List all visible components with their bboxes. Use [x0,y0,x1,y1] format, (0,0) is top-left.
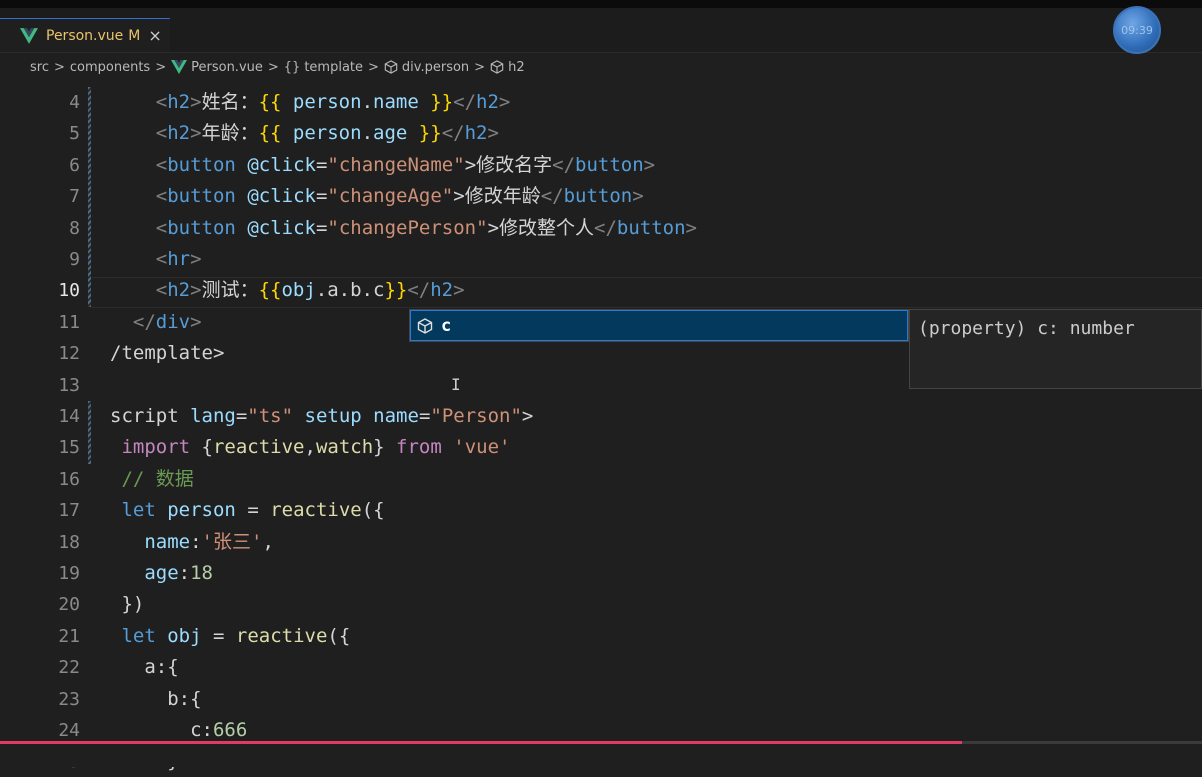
code-editor[interactable]: 4 <h2>姓名：{{ person.name }}</h2> 5 <h2>年龄：… [0,87,1202,772]
code-line[interactable]: 10 <h2>测试：{{obj.a.b.c}}</h2> [0,275,1202,306]
line-code: <hr> [155,248,202,270]
breadcrumb-separator: > [53,59,65,75]
line-code: <h2>测试：{{obj.a.b.c}}</h2> [155,279,465,302]
line-code: a:{ [110,656,179,679]
code-line[interactable]: 5 <h2>年龄：{{ person.age }}</h2> [0,118,1202,149]
line-number: 12 [58,343,80,365]
breadcrumb-item-template[interactable]: {} template [284,60,363,75]
line-code: </div> [132,310,202,333]
recording-timer: 09:39 [1113,6,1161,54]
line-number: 15 [58,437,80,459]
line-number: 14 [58,406,80,427]
code-line[interactable]: 18 name:'张三', [0,527,1202,558]
line-code: <button @click="changeName">修改名字</button… [155,153,656,176]
breadcrumb-item-file[interactable]: Person.vue [171,60,263,75]
code-line[interactable]: 19 age:18 [0,558,1202,589]
line-code: let person = reactive({ [121,499,385,522]
line-code: import {reactive,watch} from 'vue' [121,436,511,459]
line-code: b:{ [110,687,202,710]
editor-tab-bar: Person.vue M × [0,8,1202,53]
line-number: 18 [58,531,80,553]
top-strip [0,0,1202,8]
gutter-modified-bar [88,87,91,307]
line-code: name:'张三', [144,530,274,553]
property-cube-icon [417,317,433,334]
suggestion-item[interactable]: c [410,310,908,341]
breadcrumb-item-h2[interactable]: h2 [490,60,525,75]
line-code: <h2>年龄：{{ person.age }}</h2> [155,122,499,145]
gutter-modified-bar [88,401,91,464]
line-number: 23 [58,688,80,710]
breadcrumb: src > components > Person.vue > {} templ… [0,52,1202,82]
breadcrumb-separator: > [155,59,167,75]
line-code: <button @click="changeAge">修改年龄</button> [155,185,644,208]
tab-modified-indicator: M [128,27,141,44]
breadcrumb-item-components[interactable]: components [70,60,150,75]
element-cube-icon [490,60,504,74]
line-number: 21 [58,625,80,647]
breadcrumb-separator: > [267,59,279,75]
tab-close-icon[interactable]: × [148,26,161,45]
code-line[interactable]: 21 let obj = reactive({ [0,621,1202,652]
code-line[interactable]: 22 a:{ [0,652,1202,683]
code-line[interactable]: 17 let person = reactive({ [0,495,1202,526]
breadcrumb-separator: > [368,59,379,75]
code-line[interactable]: 8 <button @click="changePerson">修改整个人</b… [0,213,1202,244]
code-line[interactable]: 20 }) [0,589,1202,620]
suggestion-widget: c [409,309,909,342]
text-cursor-icon: I [451,375,461,394]
tab-file-name: Person.vue [46,27,124,44]
tab-person-vue[interactable]: Person.vue M × [0,18,170,52]
line-number: 4 [69,92,80,113]
line-number: 10 [58,280,80,302]
line-code: let obj = reactive({ [121,624,351,647]
breadcrumb-item-src[interactable]: src [30,60,49,75]
code-line[interactable]: 4 <h2>姓名：{{ person.name }}</h2> [0,87,1202,118]
bottom-strip [0,744,1202,767]
line-number: 22 [58,657,80,679]
line-code: script lang="ts" setup name="Person"> [110,405,534,427]
code-line[interactable]: 6 <button @click="changeName">修改名字</butt… [0,150,1202,181]
code-line[interactable]: 16 // 数据 [0,464,1202,495]
line-number: 5 [69,123,80,145]
code-line[interactable]: 9 <hr> [0,244,1202,275]
line-code: <button @click="changePerson">修改整个人</but… [155,216,697,239]
line-code: <h2>姓名：{{ person.name }}</h2> [155,91,511,113]
code-line[interactable]: 7 <button @click="changeAge">修改年龄</butto… [0,181,1202,212]
braces-icon: {} [283,59,301,75]
line-code: /template> [110,342,225,365]
code-line[interactable]: 14 script lang="ts" setup name="Person"> [0,401,1202,432]
line-code: age:18 [144,562,213,584]
line-code: // 数据 [110,467,194,490]
line-number: 7 [69,186,80,208]
line-number: 13 [58,374,80,396]
breadcrumb-separator: > [474,59,486,75]
code-line[interactable]: 15 import {reactive,watch} from 'vue' [0,432,1202,463]
line-number: 17 [58,500,80,522]
suggestion-detail-text: (property) c: number [918,318,1135,339]
line-number: 19 [58,563,80,584]
line-code: }) [110,593,145,616]
suggestion-label: c [441,315,452,336]
breadcrumb-item-div-person[interactable]: div.person [384,60,469,75]
line-number: 9 [69,249,80,270]
line-number: 8 [69,217,80,239]
timer-text: 09:39 [1121,23,1153,37]
suggestion-details: (property) c: number [909,309,1202,389]
line-number: 6 [69,154,80,176]
element-cube-icon [384,60,398,74]
vue-icon [171,60,188,74]
vue-icon [20,27,38,44]
line-number: 20 [58,594,80,616]
line-number: 11 [58,311,80,333]
code-line[interactable]: 23 b:{ [0,684,1202,715]
line-number: 16 [58,468,80,490]
